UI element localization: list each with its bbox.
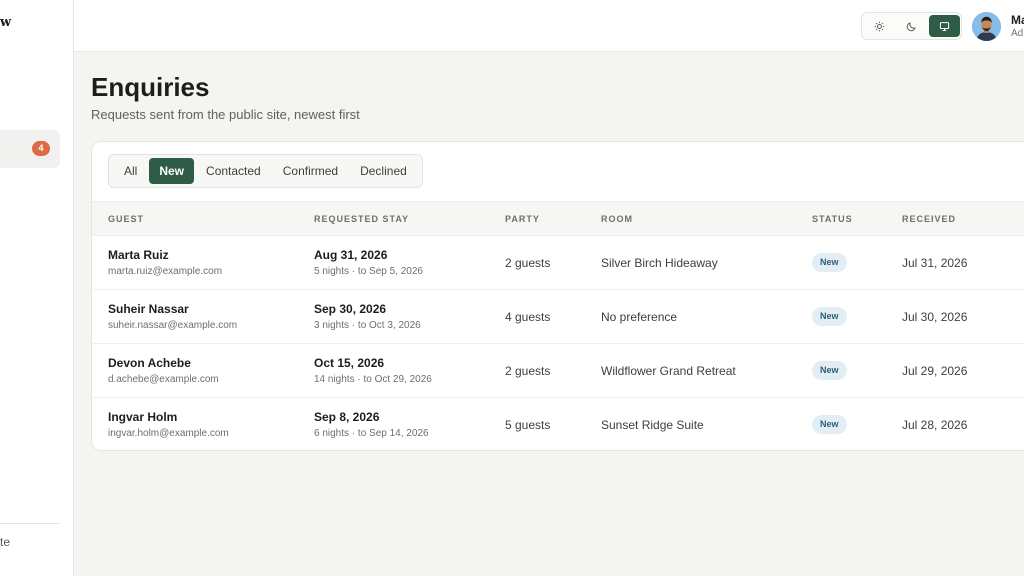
stay-start-date: Aug 31, 2026 <box>314 248 388 262</box>
page-subtitle: Requests sent from the public site, newe… <box>91 107 360 122</box>
table-row[interactable]: Suheir Nassar suheir.nassar@example.com … <box>92 290 1024 344</box>
brand-logo[interactable]: w <box>0 15 11 30</box>
guest-name: Devon Achebe <box>108 356 191 370</box>
system-mode-button[interactable] <box>929 15 960 37</box>
status-badge: New <box>812 253 847 272</box>
tab-new[interactable]: New <box>149 158 195 184</box>
guest-email: marta.ruiz@example.com <box>108 266 223 277</box>
page-title: Enquiries <box>91 72 210 102</box>
tab-contacted[interactable]: Contacted <box>196 158 271 184</box>
status-filter-tabs: All New Contacted Confirmed Declined <box>108 154 423 188</box>
table-header: GUEST REQUESTED STAY PARTY ROOM STATUS R… <box>92 201 1024 236</box>
received-date: Jul 31, 2026 <box>902 256 968 270</box>
stay-duration: 6 nights · to Sep 14, 2026 <box>314 428 429 439</box>
enquiries-count-badge: 4 <box>32 141 50 156</box>
received-date: Jul 29, 2026 <box>902 364 968 378</box>
status-badge: New <box>812 415 847 434</box>
guest-email: suheir.nassar@example.com <box>108 320 238 331</box>
column-header-status[interactable]: STATUS <box>812 214 853 224</box>
tab-confirmed[interactable]: Confirmed <box>273 158 348 184</box>
received-date: Jul 30, 2026 <box>902 310 968 324</box>
avatar[interactable] <box>972 12 1001 41</box>
stay-duration: 3 nights · to Oct 3, 2026 <box>314 320 421 331</box>
stay-start-date: Sep 8, 2026 <box>314 410 380 424</box>
party-size: 2 guests <box>505 364 551 378</box>
party-size: 4 guests <box>505 310 551 324</box>
top-bar: Ma Ad <box>74 0 1024 52</box>
column-header-guest[interactable]: GUEST <box>108 214 144 224</box>
column-header-requested-stay[interactable]: REQUESTED STAY <box>314 214 409 224</box>
column-header-received[interactable]: RECEIVED <box>902 214 956 224</box>
received-date: Jul 28, 2026 <box>902 418 968 432</box>
room-name: No preference <box>601 310 678 324</box>
status-badge: New <box>812 361 847 380</box>
guest-name: Marta Ruiz <box>108 248 169 262</box>
column-header-room[interactable]: ROOM <box>601 214 633 224</box>
light-mode-button[interactable] <box>864 15 895 37</box>
room-name: Sunset Ridge Suite <box>601 418 704 432</box>
guest-email: ingvar.holm@example.com <box>108 428 229 439</box>
tab-declined[interactable]: Declined <box>350 158 417 184</box>
room-name: Wildflower Grand Retreat <box>601 364 736 378</box>
tab-all[interactable]: All <box>114 158 147 184</box>
column-header-party[interactable]: PARTY <box>505 214 540 224</box>
room-name: Silver Birch Hideaway <box>601 256 718 270</box>
party-size: 2 guests <box>505 256 551 270</box>
moon-icon <box>906 21 916 31</box>
user-name: Ma <box>1011 13 1024 27</box>
status-badge: New <box>812 307 847 326</box>
stay-duration: 14 nights · to Oct 29, 2026 <box>314 374 432 385</box>
stay-duration: 5 nights · to Sep 5, 2026 <box>314 266 423 277</box>
table-row[interactable]: Ingvar Holm ingvar.holm@example.com Sep … <box>92 398 1024 450</box>
sidebar-item-enquiries[interactable] <box>0 130 60 168</box>
stay-start-date: Sep 30, 2026 <box>314 302 387 316</box>
theme-switcher <box>861 12 962 40</box>
guest-name: Suheir Nassar <box>108 302 189 316</box>
sidebar-footer-link[interactable]: te <box>0 535 10 549</box>
party-size: 5 guests <box>505 418 551 432</box>
table-row[interactable]: Devon Achebe d.achebe@example.com Oct 15… <box>92 344 1024 398</box>
table-row[interactable]: Marta Ruiz marta.ruiz@example.com Aug 31… <box>92 236 1024 290</box>
sidebar: w 4 te <box>0 0 74 576</box>
enquiries-table-card: All New Contacted Confirmed Declined GUE… <box>91 141 1024 451</box>
guest-name: Ingvar Holm <box>108 410 178 424</box>
guest-email: d.achebe@example.com <box>108 374 219 385</box>
dark-mode-button[interactable] <box>896 15 927 37</box>
stay-start-date: Oct 15, 2026 <box>314 356 385 370</box>
sun-icon <box>874 21 885 31</box>
sidebar-divider <box>0 523 60 524</box>
user-role: Ad <box>1011 28 1024 39</box>
monitor-icon <box>939 21 950 31</box>
